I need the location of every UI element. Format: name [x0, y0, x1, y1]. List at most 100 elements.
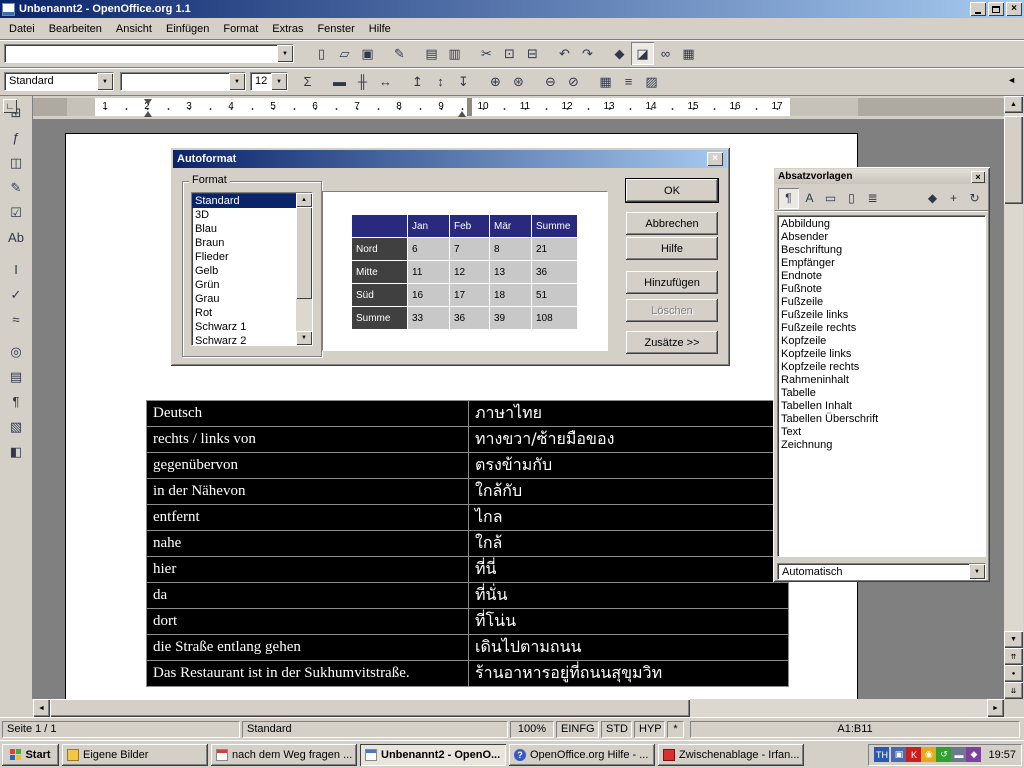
chevron-down-icon[interactable]: ▼ [277, 45, 293, 62]
scroll-down-icon[interactable]: ▼ [296, 331, 312, 345]
german-cell[interactable]: dort [147, 609, 469, 635]
taskbar-task[interactable]: OpenOffice.org Hilfe - ... [509, 744, 655, 766]
german-cell[interactable]: Deutsch [147, 401, 469, 427]
merge-cells-icon[interactable]: ▬ [328, 70, 351, 93]
fill-format-mode-icon[interactable]: ◆ [922, 188, 943, 209]
align-top-icon[interactable]: ↥ [406, 70, 429, 93]
german-cell[interactable]: hier [147, 557, 469, 583]
toolbar-overflow-icon[interactable]: ◄ [1007, 75, 1016, 85]
cut-icon[interactable]: ✂ [475, 42, 498, 65]
format-option[interactable]: Schwarz 2 [192, 334, 296, 345]
style-list[interactable]: AbbildungAbsenderBeschriftungEmpfängerEn… [777, 215, 986, 557]
open-document-icon[interactable]: ▱ [333, 42, 356, 65]
taskbar-task[interactable]: Eigene Bilder [62, 744, 208, 766]
thai-cell[interactable]: ที่โน่น [469, 609, 789, 635]
menu-item[interactable]: Datei [2, 20, 42, 38]
draw-functions-icon[interactable]: ✎ [5, 176, 28, 199]
graphics-toggle-icon[interactable]: ▧ [5, 415, 28, 438]
taskbar-task[interactable]: Unbenannt2 - OpenO... [360, 744, 506, 766]
format-option[interactable]: Grün [192, 278, 296, 292]
scroll-down-icon[interactable]: ▼ [1004, 631, 1023, 648]
paragraph-styles-icon[interactable]: ¶ [778, 188, 799, 209]
new-style-from-selection-icon[interactable]: + [943, 188, 964, 209]
tab-stop-type-selector[interactable]: ∟ [3, 99, 17, 113]
thai-cell[interactable]: ที่นั่น [469, 583, 789, 609]
autotext-icon[interactable]: Ab [5, 226, 28, 249]
save-document-icon[interactable]: ▣ [356, 42, 379, 65]
style-item[interactable]: Rahmeninhalt [779, 374, 985, 387]
chevron-down-icon[interactable]: ▼ [271, 73, 287, 90]
find-replace-icon[interactable]: ◎ [5, 340, 28, 363]
format-option[interactable]: Standard [192, 194, 296, 208]
background-color-icon[interactable]: ▨ [640, 70, 663, 93]
stylist-icon[interactable]: ◪ [631, 42, 654, 65]
spellcheck-icon[interactable]: ✓ [5, 283, 28, 306]
format-option[interactable]: Blau [192, 222, 296, 236]
form-functions-icon[interactable]: ☑ [5, 201, 28, 224]
autoformat-close-icon[interactable]: × [707, 152, 723, 166]
sum-icon[interactable]: Σ [296, 70, 319, 93]
split-cells-icon[interactable]: ╫ [351, 70, 374, 93]
export-pdf-icon[interactable]: ▤ [420, 42, 443, 65]
format-option[interactable]: Braun [192, 236, 296, 250]
taskbar-task[interactable]: nach dem Weg fragen ... [211, 744, 357, 766]
minimize-button[interactable] [970, 2, 986, 16]
navigator-icon[interactable]: ◆ [608, 42, 631, 65]
vertical-scroll-thumb[interactable] [1004, 116, 1023, 204]
style-item[interactable]: Empfänger [779, 257, 985, 270]
table-column-separator[interactable] [467, 98, 472, 116]
thai-cell[interactable]: ทางขวา/ซ้ายมือของ [469, 427, 789, 453]
scroll-right-icon[interactable]: ► [987, 699, 1004, 717]
stylist-close-icon[interactable]: × [971, 171, 985, 183]
format-list[interactable]: Standard3DBlauBraunFliederGelbGrünGrauRo… [191, 192, 313, 346]
thai-cell[interactable]: ที่นี่ [469, 557, 789, 583]
german-cell[interactable]: da [147, 583, 469, 609]
optimize-icon[interactable]: ↔ [374, 70, 397, 93]
german-cell[interactable]: Das Restaurant ist in der Sukhumvitstraß… [147, 661, 469, 687]
status-insert-mode[interactable]: EINFG [556, 721, 599, 738]
style-item[interactable]: Fußzeile links [779, 309, 985, 322]
german-cell[interactable]: in der Nähevon [147, 479, 469, 505]
tray-update-icon[interactable]: ↺ [936, 747, 951, 762]
frame-styles-icon[interactable]: ▭ [820, 188, 841, 209]
align-center-vertical-icon[interactable]: ↕ [429, 70, 452, 93]
paste-icon[interactable]: ⊟ [521, 42, 544, 65]
format-option[interactable]: Gelb [192, 264, 296, 278]
chevron-down-icon[interactable]: ▼ [969, 564, 985, 579]
font-size-combo[interactable]: 12 ▼ [250, 72, 288, 91]
style-item[interactable]: Kopfzeile [779, 335, 985, 348]
style-item[interactable]: Abbildung [779, 218, 985, 231]
style-item[interactable]: Zeichnung [779, 439, 985, 452]
character-styles-icon[interactable]: A [799, 188, 820, 209]
next-page-icon[interactable]: ⇊ [1004, 682, 1023, 699]
tray-display-icon[interactable]: ▣ [891, 747, 906, 762]
status-page[interactable]: Seite 1 / 1 [2, 721, 240, 738]
new-document-icon[interactable]: ▯ [310, 42, 333, 65]
thai-cell[interactable]: ร้านอาหารอยู่ที่ถนนสุขุมวิท [469, 661, 789, 687]
status-page-style[interactable]: Standard [242, 721, 508, 738]
thai-cell[interactable]: ตรงข้ามกับ [469, 453, 789, 479]
format-option[interactable]: Grau [192, 292, 296, 306]
copy-icon[interactable]: ⊡ [498, 42, 521, 65]
start-button[interactable]: Start [2, 744, 59, 766]
thai-cell[interactable]: ภาษาไทย [469, 401, 789, 427]
menu-item[interactable]: Fenster [310, 20, 361, 38]
scroll-up-icon[interactable]: ▲ [1004, 96, 1023, 113]
font-name-combo[interactable]: ▼ [120, 72, 246, 91]
url-field[interactable]: ▼ [4, 44, 294, 63]
format-option[interactable]: 3D [192, 208, 296, 222]
style-item[interactable]: Kopfzeile rechts [779, 361, 985, 374]
help-button[interactable]: Hilfe [626, 237, 718, 260]
tray-quickstart-icon[interactable]: ◆ [966, 747, 981, 762]
thai-cell[interactable]: ไกล [469, 505, 789, 531]
style-item[interactable]: Absender [779, 231, 985, 244]
taskbar-task[interactable]: Zwischenablage - Irfan... [658, 744, 804, 766]
scroll-left-icon[interactable]: ◄ [33, 699, 50, 717]
hyperlink-dialog-icon[interactable]: ∞ [654, 42, 677, 65]
format-option[interactable]: Flieder [192, 250, 296, 264]
close-button[interactable]: × [1006, 2, 1022, 16]
page-styles-icon[interactable]: ▯ [841, 188, 862, 209]
german-cell[interactable]: entfernt [147, 505, 469, 531]
style-item[interactable]: Tabellen Überschrift [779, 413, 985, 426]
keyboard-layout-indicator[interactable]: TH [874, 747, 889, 762]
